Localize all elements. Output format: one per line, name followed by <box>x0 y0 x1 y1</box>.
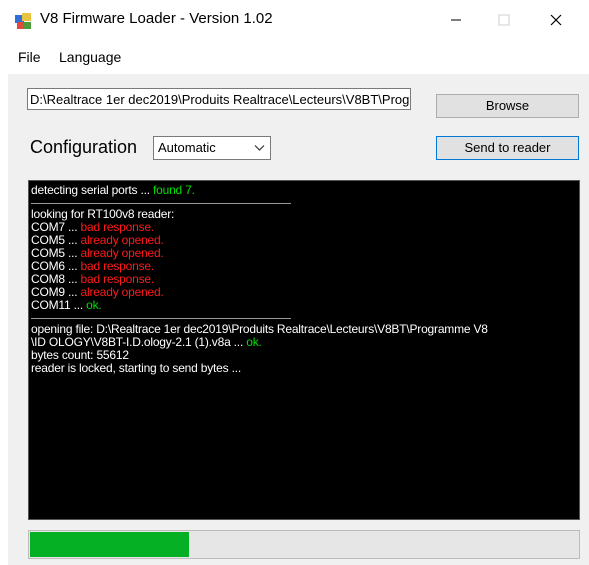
minimize-icon <box>451 19 461 21</box>
close-button[interactable] <box>533 0 579 40</box>
log-text: detecting serial ports ... <box>31 183 153 197</box>
log-line: COM9 ... already opened. <box>31 286 577 299</box>
log-line: COM11 ... ok. <box>31 299 577 312</box>
minimize-button[interactable] <box>433 0 479 40</box>
window-title: V8 Firmware Loader - Version 1.02 <box>40 10 273 27</box>
configuration-select[interactable]: Automatic <box>153 136 271 160</box>
log-line: reader is locked, starting to send bytes… <box>31 361 241 375</box>
progress-fill <box>30 532 189 557</box>
log-text: COM7 ... <box>31 220 81 234</box>
file-path-input[interactable]: D:\Realtrace 1er dec2019\Produits Realtr… <box>27 88 411 110</box>
menu-language[interactable]: Language <box>59 49 121 65</box>
title-bar[interactable]: V8 Firmware Loader - Version 1.02 <box>8 0 589 40</box>
progress-bar <box>28 530 580 559</box>
maximize-button[interactable] <box>481 0 527 40</box>
configuration-value: Automatic <box>158 140 216 155</box>
log-text: COM5 ... <box>31 233 81 247</box>
log-result: bad response. <box>80 220 155 234</box>
app-icon <box>15 13 31 29</box>
send-to-reader-button[interactable]: Send to reader <box>436 136 579 160</box>
log-text: COM11 ... <box>31 298 87 312</box>
log-result: ok. <box>86 298 102 312</box>
configuration-label: Configuration <box>30 137 138 157</box>
browse-button[interactable]: Browse <box>436 94 579 118</box>
log-console[interactable]: detecting serial ports ... found 7. look… <box>28 180 580 520</box>
log-separator <box>31 318 291 319</box>
log-result: already opened. <box>80 285 164 299</box>
close-icon <box>550 14 562 26</box>
log-result: found 7. <box>153 183 195 197</box>
chevron-down-icon <box>254 145 265 151</box>
log-text: COM8 ... <box>31 272 81 286</box>
firmware-loader-window: V8 Firmware Loader - Version 1.02 File L… <box>8 0 589 565</box>
log-result: bad response. <box>80 259 155 273</box>
log-text: COM5 ... <box>31 246 81 260</box>
log-result: ok. <box>246 335 262 349</box>
menu-file[interactable]: File <box>18 49 41 65</box>
maximize-icon <box>498 14 510 26</box>
log-text: COM9 ... <box>31 285 81 299</box>
log-text: COM6 ... <box>31 259 81 273</box>
log-result: already opened. <box>80 246 164 260</box>
background-edge <box>0 0 8 565</box>
menu-bar: File Language <box>8 40 589 74</box>
log-text: \ID OLOGY\V8BT-I.D.ology-2.1 (1).v8a ... <box>31 335 247 349</box>
log-separator <box>31 203 291 204</box>
log-line: detecting serial ports ... found 7. <box>31 184 577 197</box>
log-result: already opened. <box>80 233 164 247</box>
log-result: bad response. <box>80 272 155 286</box>
